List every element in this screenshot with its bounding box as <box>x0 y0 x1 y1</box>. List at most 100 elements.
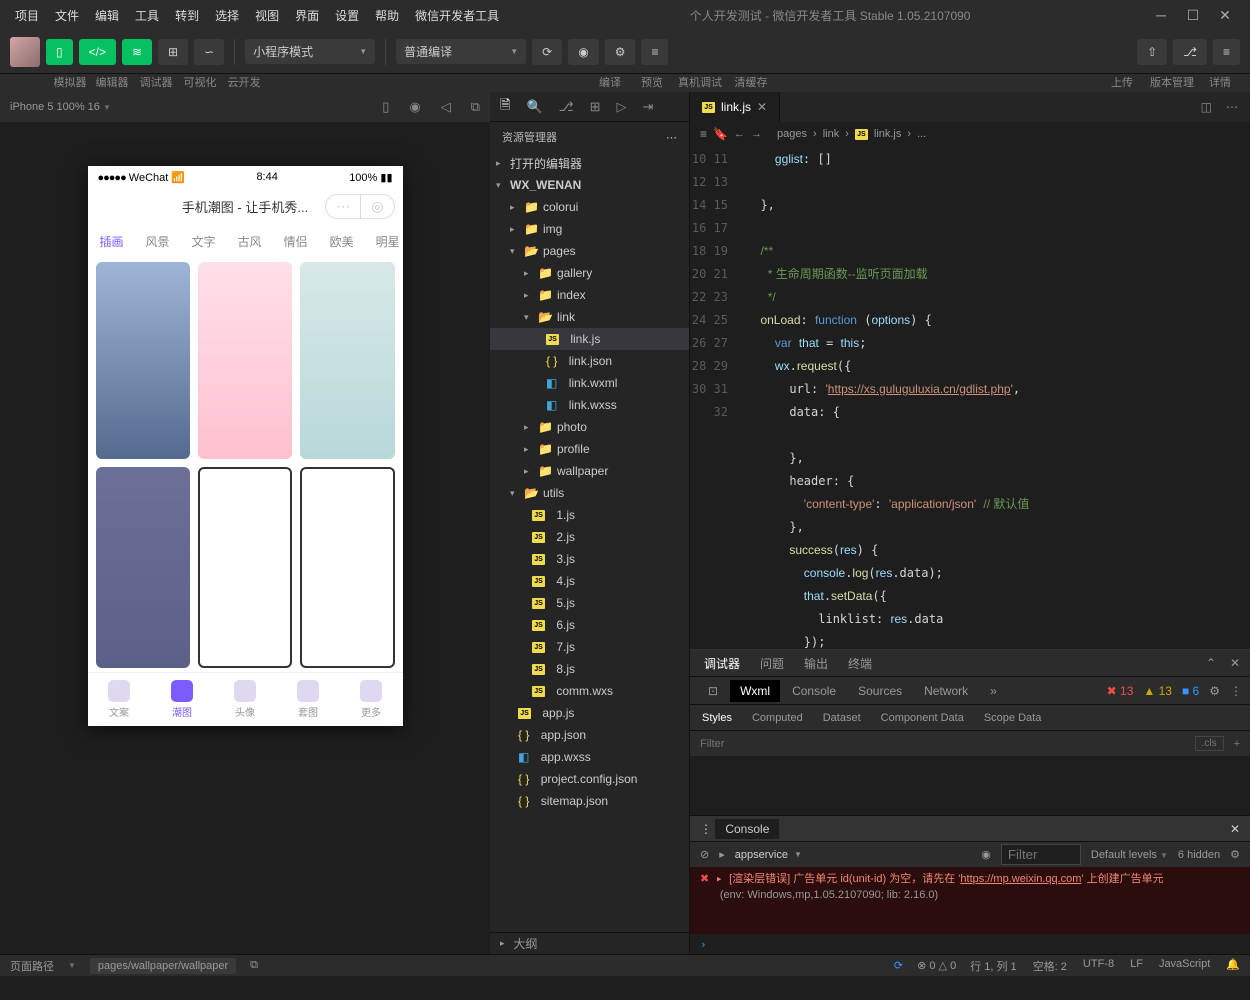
console-prompt[interactable]: › <box>690 934 1250 954</box>
menu-help[interactable]: 帮助 <box>368 3 406 28</box>
more-icon[interactable]: ⋯ <box>1226 100 1238 114</box>
file-appjson[interactable]: { } app.json <box>490 724 689 746</box>
cursor-pos[interactable]: 行 1, 列 1 <box>970 958 1016 974</box>
tab-problems[interactable]: 问题 <box>760 655 784 672</box>
details-btn[interactable]: ≡ <box>1213 39 1240 65</box>
scope-data-tab[interactable]: Scope Data <box>984 712 1041 724</box>
file-6js[interactable]: JS 6.js <box>490 614 689 636</box>
filter-input[interactable] <box>700 738 1187 750</box>
editor-tab[interactable]: JSlink.js✕ <box>690 92 780 122</box>
debugger-toggle[interactable]: ≋ <box>122 39 152 65</box>
file-commwxs[interactable]: JS comm.wxs <box>490 680 689 702</box>
capsule[interactable]: ⋯◎ <box>325 194 394 219</box>
tab-network[interactable]: Network <box>914 680 978 702</box>
gallery-item[interactable] <box>300 467 394 668</box>
gallery-item[interactable] <box>198 467 292 668</box>
clear-icon[interactable]: ⊘ <box>700 848 709 861</box>
sync-icon[interactable]: ⟳ <box>894 959 903 972</box>
visual-btn[interactable]: ⊞ <box>158 39 188 65</box>
menu-view[interactable]: 视图 <box>248 3 286 28</box>
tab-debugger[interactable]: 调试器 <box>704 655 740 672</box>
file-7js[interactable]: JS 7.js <box>490 636 689 658</box>
image-gallery[interactable] <box>88 258 403 672</box>
tab-terminal[interactable]: 终端 <box>848 655 872 672</box>
folder-pages[interactable]: ▾📂pages <box>490 240 689 262</box>
file-link-wxml[interactable]: ◧ link.wxml <box>490 372 689 394</box>
compile-btn[interactable]: ⟳ <box>532 39 562 65</box>
nav-set[interactable]: 套图 <box>277 673 340 726</box>
console-output[interactable]: ✖ ▸ [渲染层错误] 广告单元 id(unit-id) 为空，请先在 'htt… <box>690 867 1250 934</box>
files-icon[interactable]: 🗎 <box>500 96 510 118</box>
bell-icon[interactable]: 🔔 <box>1226 958 1240 974</box>
layout-icon[interactable]: ⧉ <box>471 99 480 115</box>
styles-tab[interactable]: Styles <box>702 712 732 724</box>
file-appjs[interactable]: JS app.js <box>490 702 689 724</box>
file-2js[interactable]: JS 2.js <box>490 526 689 548</box>
file-link-json[interactable]: { } link.json <box>490 350 689 372</box>
phone-frame[interactable]: ●●●●● WeChat 📶 8:44 100% ▮▮ 手机潮图 - 让手机秀.… <box>88 166 403 726</box>
menu-settings[interactable]: 设置 <box>328 3 366 28</box>
language[interactable]: JavaScript <box>1159 958 1210 974</box>
compile-dropdown[interactable]: 普通编译▼ <box>396 39 526 64</box>
breadcrumb[interactable]: ≡🔖 ←→ pages › link › JS link.js › ... <box>690 122 1250 146</box>
nav-wenan[interactable]: 文案 <box>88 673 151 726</box>
inspect-icon[interactable]: ⊡ <box>698 680 728 702</box>
gallery-item[interactable] <box>300 262 394 459</box>
arrow-icon[interactable]: ◁ <box>441 99 451 115</box>
close-icon[interactable]: ✕ <box>1230 822 1240 836</box>
file-8js[interactable]: JS 8.js <box>490 658 689 680</box>
more-icon[interactable]: ⇥ <box>643 99 654 115</box>
nav-chaotu[interactable]: 潮图 <box>151 673 214 726</box>
file-sitemap[interactable]: { } sitemap.json <box>490 790 689 812</box>
file-tree[interactable]: ▸打开的编辑器 ▾WX_WENAN ▸📁colorui ▸📁img ▾📂page… <box>490 152 689 932</box>
clear-cache-btn[interactable]: ≡ <box>641 39 668 65</box>
error-badge[interactable]: ✖ 13 <box>1107 684 1134 698</box>
split-icon[interactable]: ◫ <box>1201 100 1212 114</box>
folder-utils[interactable]: ▾📂utils <box>490 482 689 504</box>
simulator-toggle[interactable]: ▯ <box>46 39 73 65</box>
close-icon[interactable]: ✕ <box>757 100 767 114</box>
eye-icon[interactable]: ◉ <box>981 848 991 861</box>
outline-section[interactable]: ▸ 大纲 <box>490 932 689 954</box>
file-appwxss[interactable]: ◧ app.wxss <box>490 746 689 768</box>
avatar[interactable] <box>10 37 40 67</box>
file-link-wxss[interactable]: ◧ link.wxss <box>490 394 689 416</box>
menu-ui[interactable]: 界面 <box>288 3 326 28</box>
menu-file[interactable]: 文件 <box>48 3 86 28</box>
menu-goto[interactable]: 转到 <box>168 3 206 28</box>
upload-btn[interactable]: ⇧ <box>1137 39 1167 65</box>
close-icon[interactable]: ✕ <box>1230 656 1240 670</box>
file-3js[interactable]: JS 3.js <box>490 548 689 570</box>
dataset-tab[interactable]: Dataset <box>823 712 861 724</box>
remote-debug-btn[interactable]: ⚙ <box>605 39 636 65</box>
top-icon[interactable]: ▸ <box>719 848 725 861</box>
search-icon[interactable]: 🔍 <box>526 99 542 115</box>
folder-photo[interactable]: ▸📁photo <box>490 416 689 438</box>
run-icon[interactable]: ▷ <box>617 99 627 115</box>
console-tab[interactable]: Console <box>715 819 779 839</box>
maximize-icon[interactable]: ☐ <box>1186 8 1200 22</box>
editor-toggle[interactable]: </> <box>79 39 116 65</box>
file-5js[interactable]: JS 5.js <box>490 592 689 614</box>
tab-sources[interactable]: Sources <box>848 680 912 702</box>
preview-btn[interactable]: ◉ <box>568 39 598 65</box>
tab-wxml[interactable]: Wxml <box>730 680 780 702</box>
code-editor[interactable]: 10 11 12 13 14 15 16 17 18 19 20 21 22 2… <box>690 146 1250 649</box>
info-badge[interactable]: ■ 6 <box>1182 684 1199 698</box>
cls-toggle[interactable]: .cls <box>1195 736 1224 751</box>
category-tabs[interactable]: 插画 风景 文字 古风 情侣 欧美 明星 <box>88 224 403 258</box>
computed-tab[interactable]: Computed <box>752 712 803 724</box>
nav-avatar[interactable]: 头像 <box>214 673 277 726</box>
more-icon[interactable]: ⋯ <box>666 131 677 144</box>
gear-icon[interactable]: ⚙ <box>1209 684 1220 698</box>
folder-gallery[interactable]: ▸📁gallery <box>490 262 689 284</box>
folder-link[interactable]: ▾📂link <box>490 306 689 328</box>
folder-img[interactable]: ▸📁img <box>490 218 689 240</box>
ext-icon[interactable]: ⊞ <box>590 99 601 115</box>
record-icon[interactable]: ◉ <box>409 99 420 115</box>
nav-more[interactable]: 更多 <box>340 673 403 726</box>
minimize-icon[interactable]: ─ <box>1154 8 1168 22</box>
eol[interactable]: LF <box>1130 958 1143 974</box>
file-projconf[interactable]: { } project.config.json <box>490 768 689 790</box>
menu-devtools[interactable]: 微信开发者工具 <box>408 3 506 28</box>
